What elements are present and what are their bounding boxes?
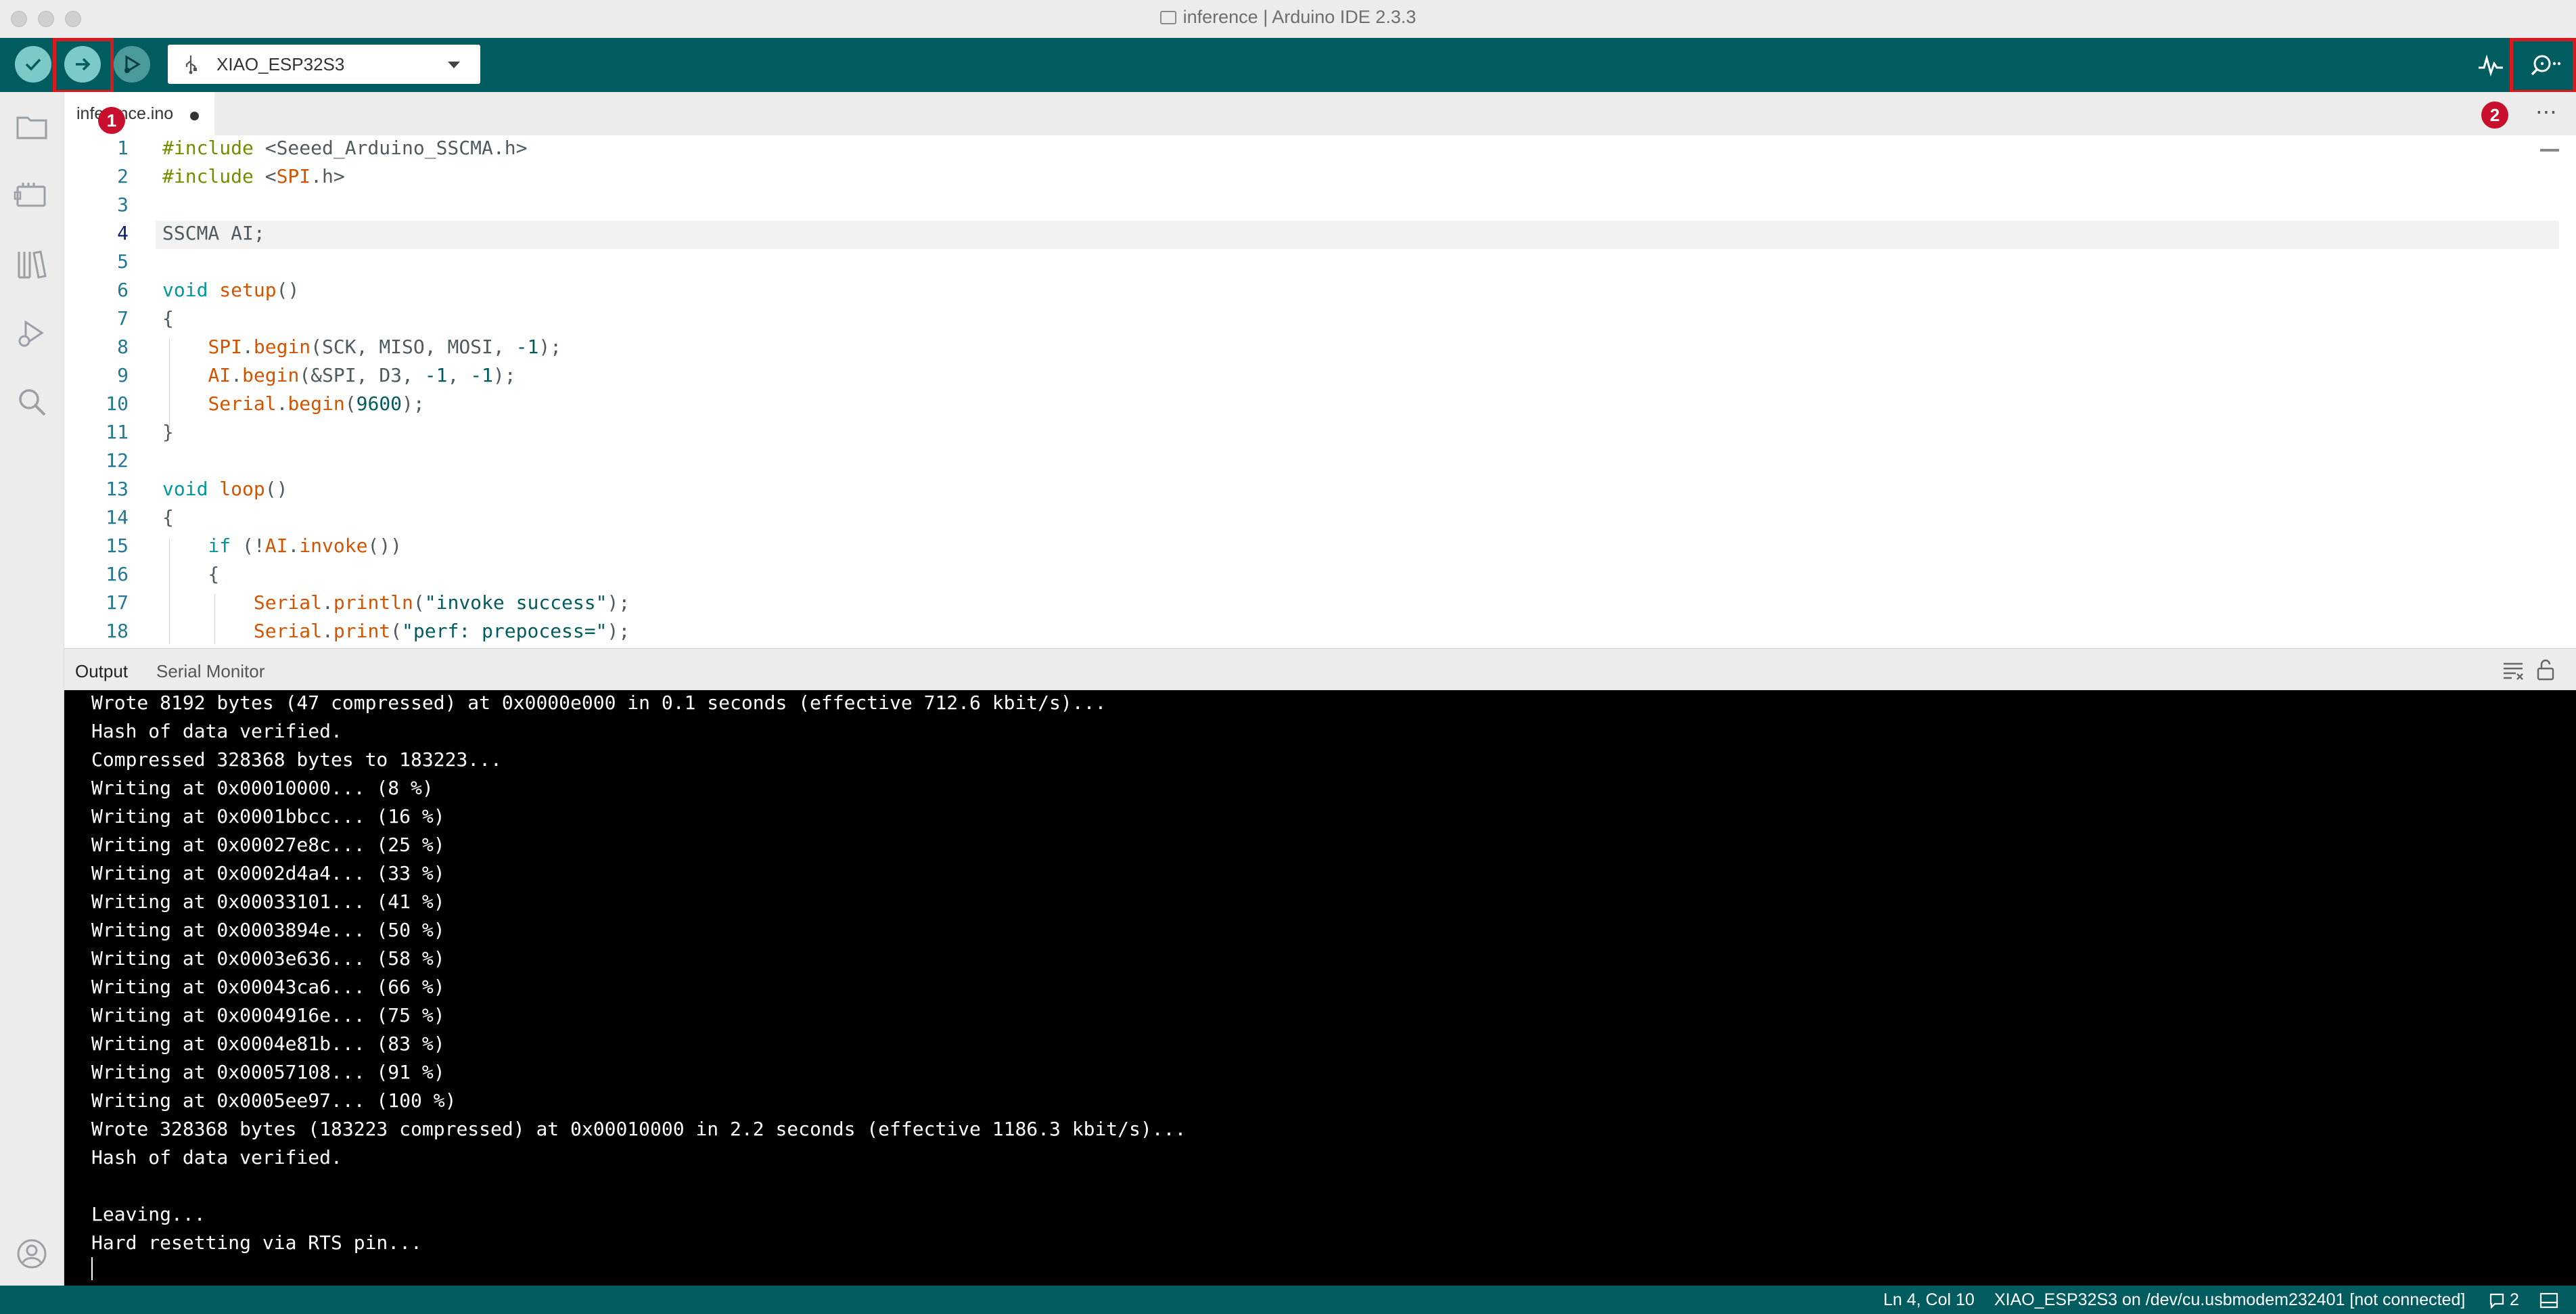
line-number: 7 [117,307,129,330]
search-icon[interactable] [14,384,50,421]
line-number: 15 [106,535,129,557]
window-title: inference | Arduino IDE 2.3.3 [1182,7,1417,27]
title-bar: inference | Arduino IDE 2.3.3 [0,0,2576,39]
line-number: 5 [117,250,129,273]
line-number: 3 [117,194,129,216]
line-number: 8 [117,336,129,358]
code-editor[interactable]: 1 2 3 4 5 6 7 8 9 10 11 12 13 14 15 16 17 18 #include <Se… [64,135,2559,644]
tab-output[interactable]: Output [75,661,128,682]
overview-ruler-mark [2540,149,2559,152]
status-bar: Ln 4, Col 10 XIAO_ESP32S3 on /dev/cu.usb… [0,1286,2576,1314]
notification-count: 2 [2510,1290,2519,1309]
checkmark-icon [25,58,41,71]
board-selector[interactable]: XIAO_ESP32S3 [168,45,480,84]
output-line: Hash of data verified. [91,1146,342,1169]
code-line: { [162,307,174,330]
cursor-position[interactable]: Ln 4, Col 10 [1883,1290,1975,1310]
code-line: { [162,506,174,528]
upload-highlight-box [53,38,114,93]
output-line: Hard resetting via RTS pin... [91,1231,422,1254]
line-number: 14 [106,506,129,528]
line-number: 12 [106,449,129,472]
debug-play-icon [124,55,141,74]
debug-sidebar-icon[interactable] [14,315,50,352]
output-line: Writing at 0x00027e8c... (25 %) [91,834,445,856]
notification-bell-icon[interactable] [2488,1292,2506,1312]
board-name: XIAO_ESP32S3 [216,54,345,74]
output-line: Writing at 0x0003894e... (50 %) [91,919,445,941]
code-line: { [162,563,220,585]
usb-icon [184,54,198,77]
activity-bar [0,92,64,1290]
sketchbook-icon[interactable] [14,108,50,145]
verify-button[interactable] [15,46,51,83]
code-line: } [162,421,174,443]
code-line: Serial.print("perf: prepocess="); [253,620,630,642]
code-line: Serial.begin(9600); [208,392,425,415]
output-line: Writing at 0x00043ca6... (66 %) [91,976,445,998]
output-line: Writing at 0x0005ee97... (100 %) [91,1089,457,1112]
code-line: #include <Seeed_Arduino_SSCMA.h> [162,137,528,159]
toolbar: XIAO_ESP32S3 [0,38,2576,93]
code-line: SPI.begin(SCK, MISO, MOSI, -1); [208,336,562,358]
code-line: SSCMA AI; [162,222,265,244]
library-manager-icon[interactable] [14,246,50,283]
window-title-wrap: inference | Arduino IDE 2.3.3 [0,7,2576,28]
boards-manager-icon[interactable] [14,177,50,214]
code-line: void setup() [162,279,300,301]
output-line: Writing at 0x0001bbcc... (16 %) [91,805,445,828]
line-number: 17 [106,591,129,614]
output-line: Writing at 0x0003e636... (58 %) [91,947,445,970]
output-line: Writing at 0x0004e81b... (83 %) [91,1033,445,1055]
line-number: 16 [106,563,129,585]
pulse-icon [2479,54,2503,76]
output-line: Compressed 328368 bytes to 183223... [91,748,502,771]
line-number: 2 [117,165,129,187]
serial-plotter-button[interactable] [2476,51,2506,78]
code-line: if (!AI.invoke()) [208,535,402,557]
badge-1: 1 [98,107,125,134]
code-line: #include <SPI.h> [162,165,345,187]
output-line: Writing at 0x00010000... (8 %) [91,777,434,799]
code-line: void loop() [162,478,288,500]
tab-serial-monitor[interactable]: Serial Monitor [156,661,264,682]
code-line: AI.begin(&SPI, D3, -1, -1); [208,364,516,386]
unsaved-dot-icon[interactable] [190,112,199,120]
tab-inference-ino[interactable]: inference.ino [64,92,214,137]
output-line: Writing at 0x0004916e... (75 %) [91,1004,445,1026]
badge-2: 2 [2481,101,2508,129]
output-line: Leaving... [91,1203,206,1225]
line-number: 9 [117,364,129,386]
serial-monitor-highlight-box [2510,38,2576,93]
lock-scroll-icon[interactable] [2536,658,2555,684]
line-number: 1 [117,137,129,159]
output-console[interactable]: Wrote 8192 bytes (47 compressed) at 0x00… [64,690,2576,1286]
more-actions-button[interactable]: ⋯ [2535,99,2558,124]
clear-output-icon[interactable] [2502,661,2524,683]
output-line: Hash of data verified. [91,720,342,742]
line-number: 11 [106,421,129,443]
output-line: Writing at 0x00033101... (41 %) [91,890,445,913]
line-number: 6 [117,279,129,301]
editor-tab-row: inference.ino 1 2 ⋯ [64,92,2576,137]
line-number: 13 [106,478,129,500]
panel-header: Output Serial Monitor [64,648,2576,691]
output-cursor [91,1257,93,1280]
code-line: Serial.println("invoke success"); [253,591,630,614]
line-number: 10 [106,392,129,415]
line-number: 4 [117,222,129,244]
board-connection-status[interactable]: XIAO_ESP32S3 on /dev/cu.usbmodem232401 [… [1994,1290,2465,1310]
output-line: Wrote 8192 bytes (47 compressed) at 0x00… [91,692,1107,714]
debug-button[interactable] [114,46,150,83]
output-line: Writing at 0x00057108... (91 %) [91,1061,445,1083]
output-line: Wrote 328368 bytes (183223 compressed) a… [91,1118,1187,1140]
document-icon [1159,11,1176,24]
toggle-panel-icon[interactable] [2539,1292,2558,1311]
account-icon[interactable] [14,1236,50,1272]
current-line-highlight [156,221,2559,249]
chevron-down-icon [448,62,460,68]
output-line: Writing at 0x0002d4a4... (33 %) [91,862,445,884]
line-number: 18 [106,620,129,642]
